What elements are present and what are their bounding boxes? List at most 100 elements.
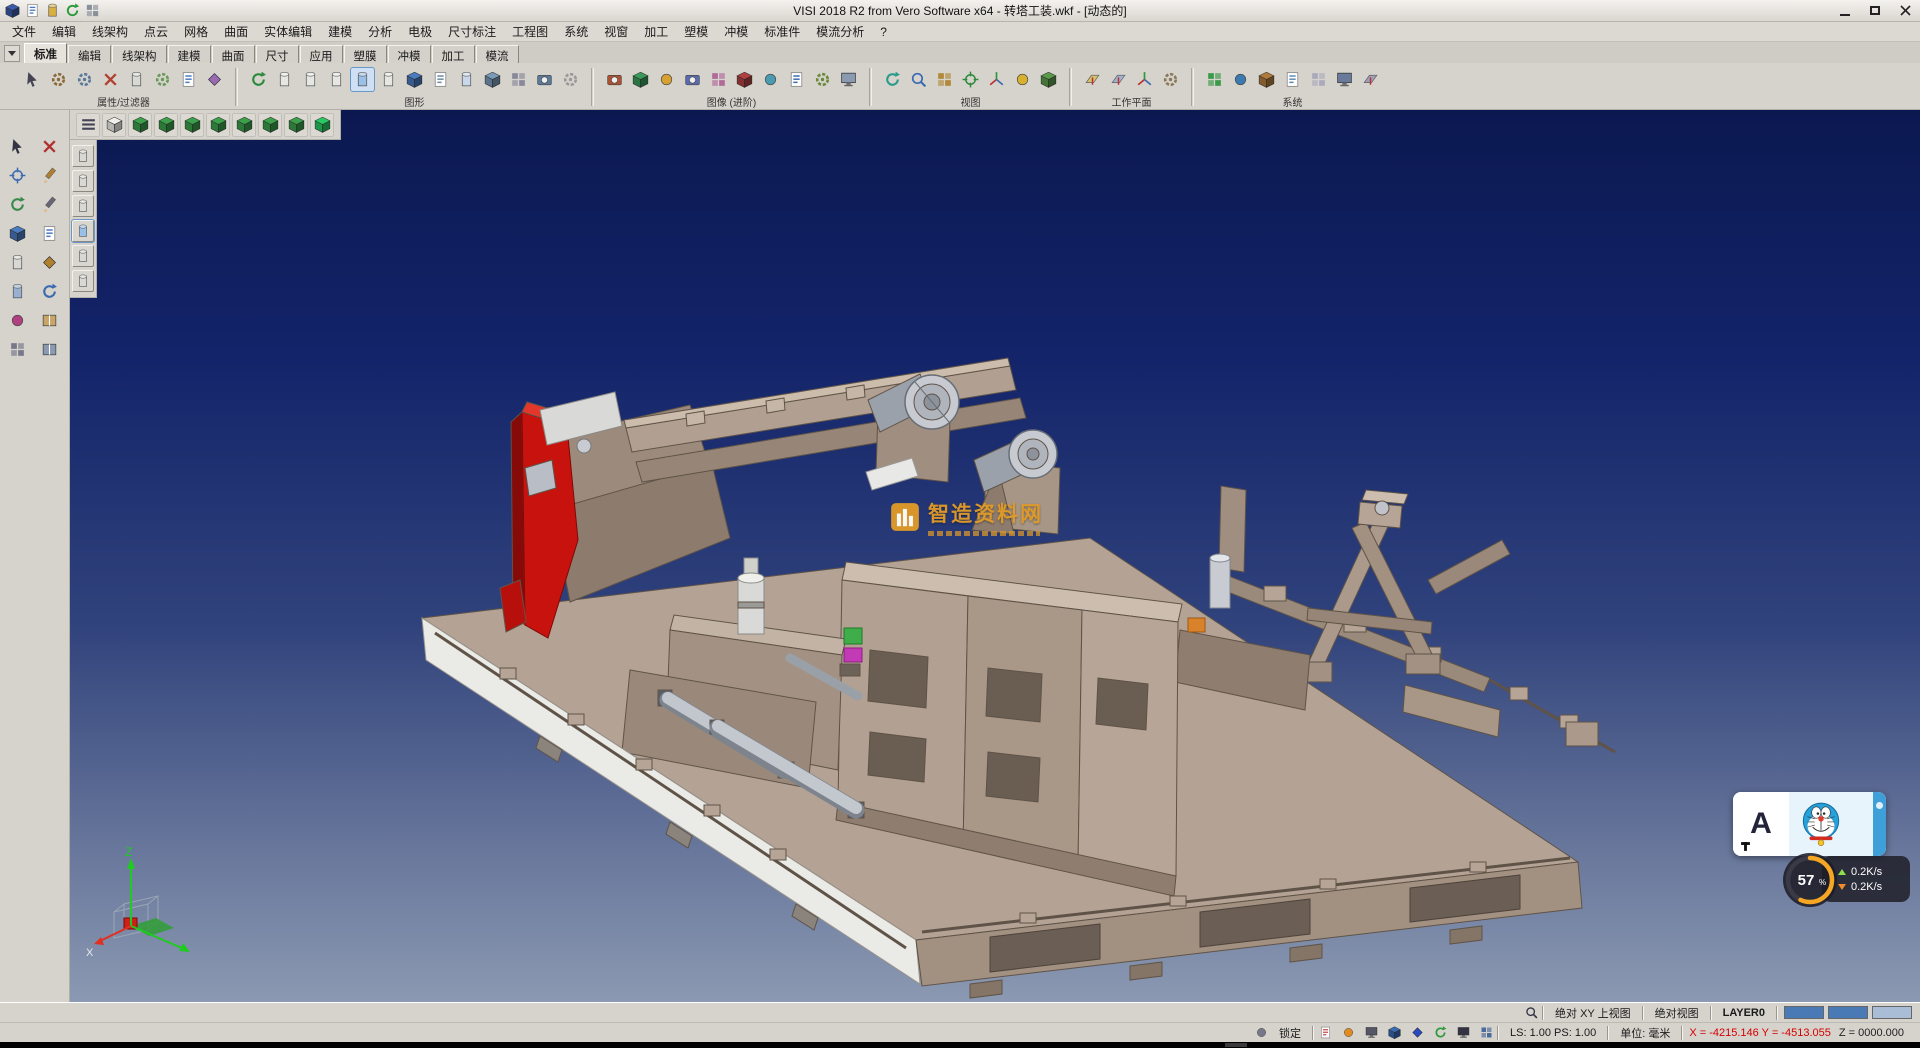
cylinder-tool-icon[interactable] (6, 250, 30, 274)
select-tool-icon[interactable] (6, 134, 30, 158)
menu-item-wireframe[interactable]: 线架构 (84, 21, 136, 42)
catalog-icon[interactable] (38, 337, 62, 361)
measure-tool-icon[interactable] (38, 250, 62, 274)
sync-icon[interactable] (64, 2, 81, 19)
view-front-icon[interactable] (128, 113, 152, 137)
properties-icon[interactable] (47, 68, 70, 91)
undo-tool-icon[interactable] (38, 279, 62, 303)
globe-icon[interactable] (1229, 68, 1252, 91)
tab-edit[interactable]: 编辑 (68, 45, 111, 63)
assistant-widget-card[interactable]: A (1733, 792, 1886, 856)
view-iso2-icon[interactable] (284, 113, 308, 137)
tab-surface[interactable]: 曲面 (212, 45, 255, 63)
report-icon[interactable] (1281, 68, 1304, 91)
menu-item-system[interactable]: 系统 (556, 21, 596, 42)
maximize-button[interactable] (1860, 1, 1890, 21)
line-tool-icon[interactable] (38, 163, 62, 187)
select-icon[interactable] (21, 68, 44, 91)
menu-item-mesh[interactable]: 网格 (176, 21, 216, 42)
previous-view-icon[interactable] (1011, 68, 1034, 91)
close-button[interactable] (1890, 1, 1920, 21)
shadow-icon[interactable] (759, 68, 782, 91)
material-icon[interactable] (629, 68, 652, 91)
standards-icon[interactable] (1255, 68, 1278, 91)
layer-color-swatch[interactable] (1872, 1006, 1912, 1019)
mini-cylinder-icon-6[interactable] (72, 270, 94, 292)
tab-wireframe[interactable]: 线架构 (112, 45, 167, 63)
grid-status-icon[interactable] (1477, 1024, 1495, 1042)
mini-cylinder-icon-4[interactable] (72, 220, 94, 242)
menu-item-analysis[interactable]: 分析 (360, 21, 400, 42)
tab-machining[interactable]: 加工 (432, 45, 475, 63)
menu-item-die[interactable]: 冲模 (716, 21, 756, 42)
view-mode-label[interactable]: 绝对 XY 上视图 (1546, 1005, 1640, 1021)
hidden-line-icon[interactable] (325, 68, 348, 91)
menu-item-moldflow[interactable]: 模流分析 (808, 21, 872, 42)
view-back-icon[interactable] (154, 113, 178, 137)
menu-item-pointcloud[interactable]: 点云 (136, 21, 176, 42)
menu-item-modeling[interactable]: 建模 (320, 21, 360, 42)
view-top-icon[interactable] (102, 113, 126, 137)
attribute-icon[interactable] (151, 68, 174, 91)
menu-item-standard-parts[interactable]: 标准件 (756, 21, 808, 42)
view-left-icon[interactable] (180, 113, 204, 137)
open-file-icon[interactable] (44, 2, 61, 19)
workspace-icon[interactable] (84, 2, 101, 19)
view-dynamic-icon[interactable] (310, 113, 334, 137)
menu-item-mold[interactable]: 塑模 (676, 21, 716, 42)
grid-view-icon[interactable] (507, 68, 530, 91)
refresh-status-icon[interactable] (1431, 1024, 1449, 1042)
view-menu-icon[interactable] (76, 113, 100, 137)
image-icon[interactable] (603, 68, 626, 91)
mini-cylinder-icon-2[interactable] (72, 170, 94, 192)
viewport-3d[interactable]: Z X 智造资料网 A (70, 110, 1920, 1002)
tab-moldflow[interactable]: 模流 (476, 45, 519, 63)
lamp-status-icon[interactable] (1339, 1024, 1357, 1042)
view-orientation-icon[interactable] (985, 68, 1008, 91)
view-right-icon[interactable] (206, 113, 230, 137)
menu-item-surface[interactable]: 曲面 (216, 21, 256, 42)
light-icon[interactable] (655, 68, 678, 91)
system-monitor-icon[interactable] (1333, 68, 1356, 91)
graphics-settings-icon[interactable] (559, 68, 582, 91)
view-iso-icon[interactable] (258, 113, 282, 137)
print-status-icon[interactable] (1362, 1024, 1380, 1042)
tab-standard[interactable]: 标准 (24, 43, 67, 63)
erase-tool-icon[interactable] (38, 134, 62, 158)
lock-toggle[interactable]: 锁定 (1270, 1025, 1310, 1041)
section-icon[interactable] (733, 68, 756, 91)
solid-view-icon[interactable] (403, 68, 426, 91)
wireframe-mode-icon[interactable] (299, 68, 322, 91)
menu-item-file[interactable]: 文件 (4, 21, 44, 42)
mini-cylinder-icon-5[interactable] (72, 245, 94, 267)
app-logo-icon[interactable] (4, 2, 21, 19)
shaded-edges-icon[interactable] (351, 68, 374, 91)
options-grid-icon[interactable] (1307, 68, 1330, 91)
drawing-view-icon[interactable] (429, 68, 452, 91)
camera-icon[interactable] (681, 68, 704, 91)
tab-dropdown-button[interactable] (4, 45, 20, 62)
workplane-settings-icon[interactable] (1159, 68, 1182, 91)
rotate-view-icon[interactable] (959, 68, 982, 91)
tab-dimension[interactable]: 尺寸 (256, 45, 299, 63)
background-icon[interactable] (785, 68, 808, 91)
menu-item-drafting[interactable]: 工程图 (504, 21, 556, 42)
tab-modeling[interactable]: 建模 (168, 45, 211, 63)
layer-color-swatch[interactable] (1784, 1006, 1824, 1019)
snap-status-icon[interactable] (1408, 1024, 1426, 1042)
layer-manager-icon[interactable] (1203, 68, 1226, 91)
units-readout[interactable]: 单位: 毫米 (1611, 1025, 1679, 1041)
tube-tool-icon[interactable] (6, 279, 30, 303)
menu-item-help[interactable]: ? (872, 23, 895, 41)
pan-icon[interactable] (933, 68, 956, 91)
mini-cylinder-icon-3[interactable] (72, 195, 94, 217)
sheet-tool-icon[interactable] (38, 221, 62, 245)
menu-item-solid-edit[interactable]: 实体编辑 (256, 21, 320, 42)
redraw-icon[interactable] (247, 68, 270, 91)
render-icon[interactable] (455, 68, 478, 91)
render-settings-icon[interactable] (811, 68, 834, 91)
shaded-mode-icon[interactable] (273, 68, 296, 91)
mask-icon[interactable] (203, 68, 226, 91)
workplane-3pt-icon[interactable] (1107, 68, 1130, 91)
texture-icon[interactable] (707, 68, 730, 91)
